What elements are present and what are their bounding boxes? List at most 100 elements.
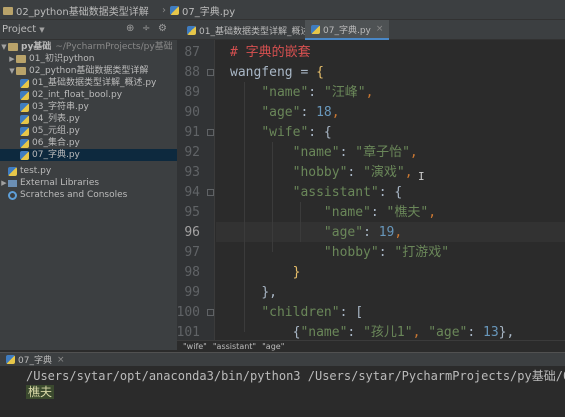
code-line: }, [261, 285, 277, 300]
target-icon[interactable]: ⊕ [126, 23, 134, 34]
tree-item-file[interactable]: test.py [0, 165, 177, 177]
code-line: "children": [ [261, 305, 364, 320]
tree-item-file[interactable]: 06_集合.py [0, 137, 177, 149]
chevron-down-icon[interactable]: ▼ [0, 41, 8, 53]
line-number: 92 [184, 145, 200, 160]
tree-item-root[interactable]: ▼ py基础 ~/PycharmProjects/py基础 [0, 41, 177, 53]
tree-item-label: 02_python基础数据类型详解 [29, 66, 149, 76]
chevron-right-icon[interactable]: ▶ [8, 53, 16, 65]
nav-crumb-folder[interactable]: 02_python基础数据类型详解 [3, 3, 149, 18]
code-line: "age": 18, [261, 105, 340, 120]
fold-marker-icon[interactable] [207, 189, 214, 196]
python-file-icon [20, 90, 29, 100]
code-line: wangfeng = { [230, 65, 324, 80]
tree-item-label: 07_字典.py [32, 150, 80, 160]
tree-item-label: 03_字符串.py [32, 102, 89, 112]
line-number: 100 [176, 305, 200, 320]
tree-item-file-selected[interactable]: 07_字典.py [0, 149, 177, 161]
tree-item-label: test.py [20, 166, 52, 176]
fold-marker-icon[interactable] [207, 69, 214, 76]
line-number-current: 96 [184, 225, 200, 240]
code-line: "assistant": { [292, 185, 403, 200]
line-number: 93 [184, 165, 200, 180]
editor-tabs: 01_基础数据类型详解_概述.py × 07_字典.py × [177, 20, 565, 40]
line-number: 87 [184, 45, 200, 60]
chevron-down-icon[interactable]: ▼ [39, 26, 44, 34]
python-file-icon [20, 114, 29, 124]
chevron-right-icon[interactable]: ▶ [0, 177, 8, 189]
project-panel-title[interactable]: Project [2, 24, 36, 35]
tab-dict[interactable]: 07_字典.py × [305, 20, 390, 40]
run-console[interactable]: /Users/sytar/opt/anaconda3/bin/python3 /… [0, 366, 565, 417]
code-line-current: "age": 19, [323, 225, 403, 240]
chevron-down-icon[interactable]: ▼ [8, 65, 16, 77]
python-file-icon [8, 166, 17, 176]
run-output-line: 樵夫 [26, 385, 55, 399]
tree-item-file[interactable]: 03_字符串.py [0, 101, 177, 113]
code-line: "name": "樵夫", [323, 205, 437, 220]
fold-marker-icon[interactable] [207, 309, 214, 316]
python-file-icon [20, 138, 29, 148]
run-tab-label[interactable]: 07_字典 [18, 353, 52, 366]
python-file-icon [20, 150, 29, 160]
code-line: # 字典的嵌套 [230, 45, 311, 60]
tree-item-folder[interactable]: ▼ 02_python基础数据类型详解 [0, 65, 177, 77]
tree-item-file[interactable]: 04_列表.py [0, 113, 177, 125]
close-icon[interactable]: × [57, 355, 65, 365]
tree-item-label: 05_元组.py [32, 126, 80, 136]
nav-crumb-file[interactable]: › 07_字典.py [162, 3, 235, 18]
breadcrumb-item[interactable]: "wife" [183, 342, 207, 351]
gear-icon[interactable]: ⚙ [158, 23, 167, 34]
folder-icon [16, 67, 26, 75]
tree-item-path: ~/PycharmProjects/py基础 [55, 42, 173, 52]
project-panel-header: Project ▼ ⊕ ÷ ⚙ [0, 20, 177, 40]
navigation-bar: 02_python基础数据类型详解 › 07_字典.py [0, 0, 565, 20]
scratch-icon [8, 190, 17, 200]
line-number: 88 [184, 65, 200, 80]
python-file-icon [20, 102, 29, 112]
tree-item-label: py基础 [21, 42, 52, 52]
python-file-icon [20, 78, 29, 88]
folder-icon [3, 6, 13, 15]
line-number: 95 [184, 205, 200, 220]
python-file-icon [187, 25, 196, 35]
python-file-icon [170, 6, 179, 15]
nav-crumb-file-label: 07_字典.py [182, 7, 236, 18]
nav-crumb-folder-label: 02_python基础数据类型详解 [16, 7, 149, 18]
python-file-icon [6, 355, 15, 364]
close-icon[interactable]: × [376, 24, 384, 34]
line-number: 91 [184, 125, 200, 140]
breadcrumb-item[interactable]: "age" [262, 342, 284, 351]
code-line: "hobby": "打游戏" [323, 245, 450, 260]
tree-item-label: 01_初识python [29, 54, 95, 64]
code-line: "name": "汪峰", [261, 85, 374, 100]
tree-item-file[interactable]: 05_元组.py [0, 125, 177, 137]
tree-item-label: 04_列表.py [32, 114, 80, 124]
run-command-line: /Users/sytar/opt/anaconda3/bin/python3 /… [26, 369, 565, 383]
python-file-icon [20, 126, 29, 136]
code-line: {"name": "孩儿1", "age": 13}, [292, 325, 515, 340]
tree-item-libraries[interactable]: ▶ External Libraries [0, 177, 177, 189]
line-number: 98 [184, 265, 200, 280]
tab-label: 07_字典.py [323, 25, 371, 36]
folder-icon [16, 55, 26, 63]
code-editor[interactable]: # 字典的嵌套 wangfeng = { "name": "汪峰", "age"… [216, 40, 565, 340]
run-panel-header: 07_字典 × [0, 352, 565, 366]
line-number: 99 [184, 285, 200, 300]
library-icon [8, 179, 17, 187]
tree-item-file[interactable]: 02_int_float_bool.py [0, 89, 177, 101]
tree-item-folder[interactable]: ▶ 01_初识python [0, 53, 177, 65]
breadcrumb-item[interactable]: "assistant" [213, 342, 256, 351]
fold-marker-icon[interactable] [207, 129, 214, 136]
tree-item-scratches[interactable]: Scratches and Consoles [0, 189, 177, 201]
code-line: "hobby": "演戏", [292, 165, 413, 180]
line-number-gutter: 87 88 89 90 91 92 93 94 95 96 97 98 99 1… [177, 40, 215, 340]
text-cursor-icon: I [418, 170, 425, 183]
tree-item-label: 06_集合.py [32, 138, 80, 148]
python-file-icon [311, 24, 320, 34]
code-line: "wife": { [261, 125, 332, 140]
editor-breadcrumb: "wife" "assistant" "age" [177, 340, 565, 352]
tree-item-file[interactable]: 01_基础数据类型详解_概述.py [0, 77, 177, 89]
line-number: 90 [184, 105, 200, 120]
collapse-icon[interactable]: ÷ [142, 23, 150, 34]
